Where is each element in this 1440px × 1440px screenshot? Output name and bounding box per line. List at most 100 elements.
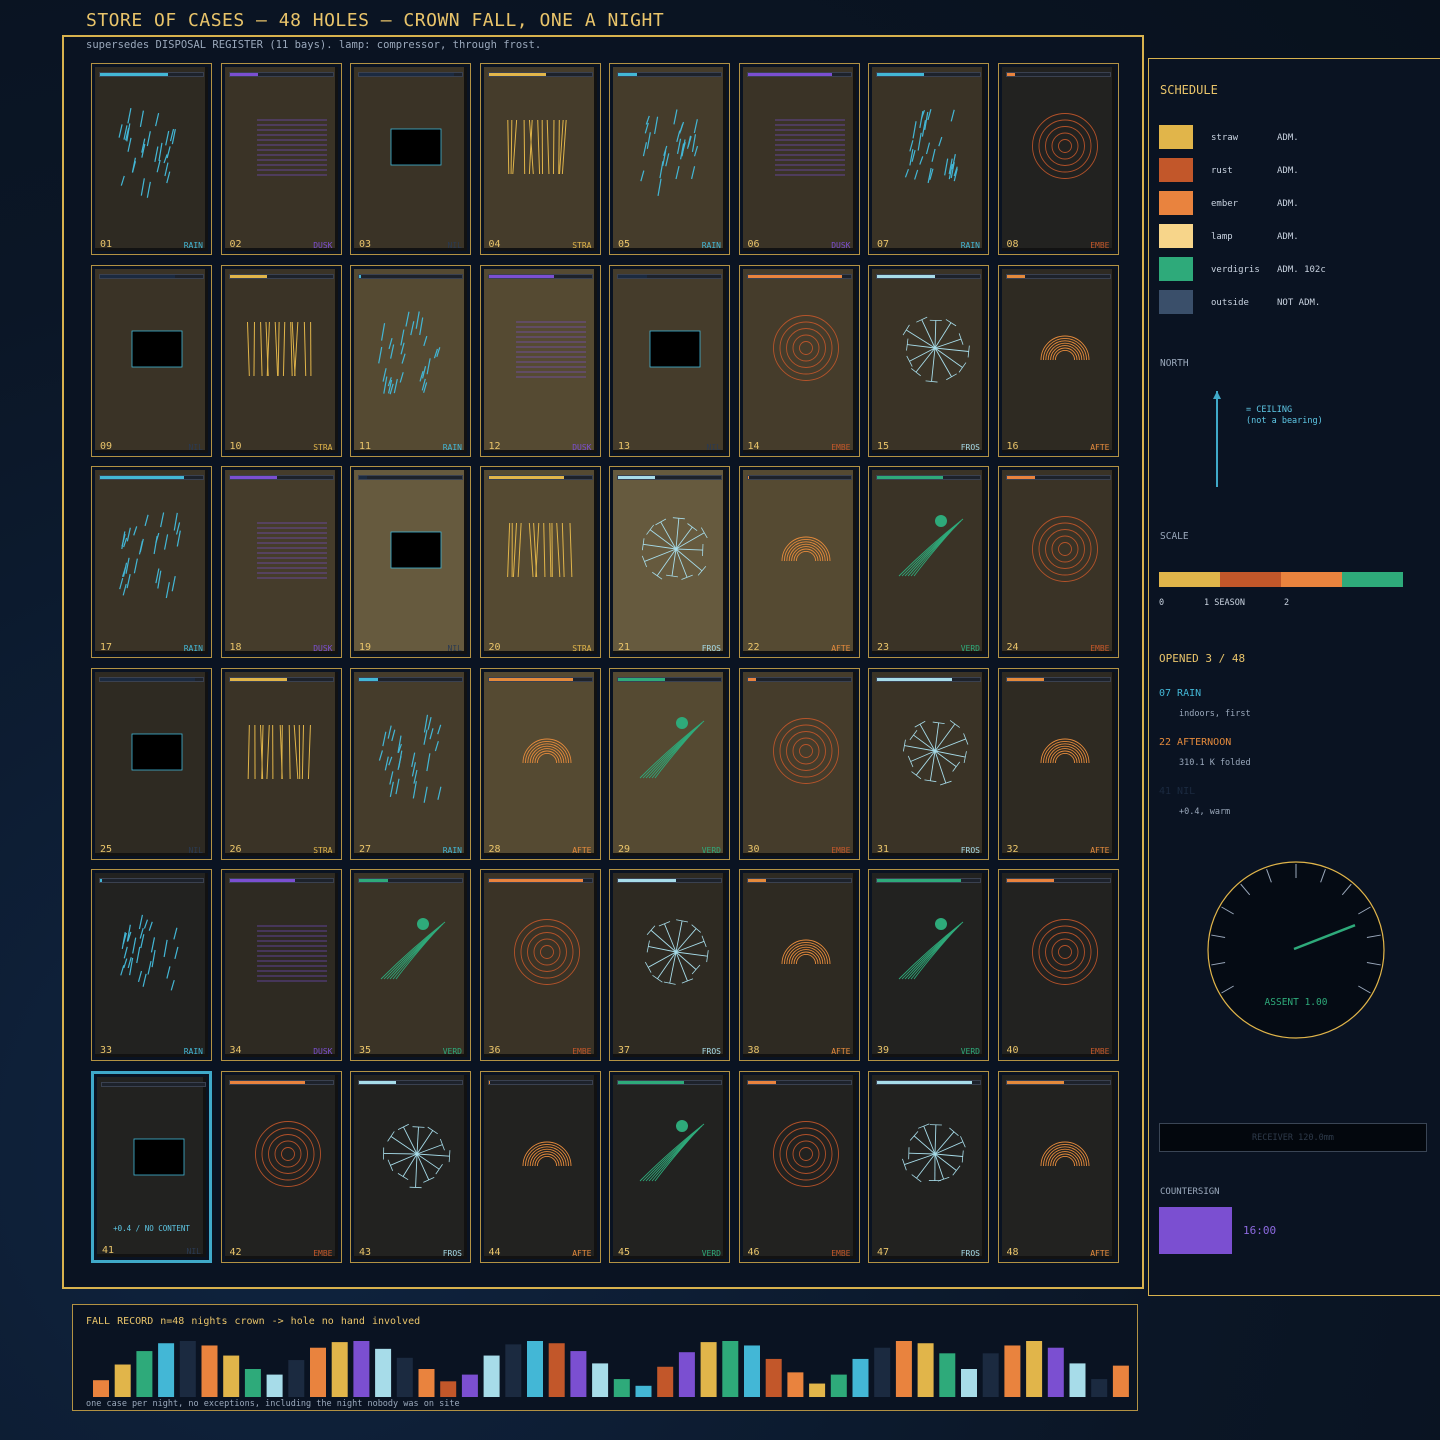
case-07[interactable]: 07 RAIN xyxy=(868,63,989,255)
case-29[interactable]: 29 VERD xyxy=(609,667,730,860)
fall-record-bar-21 xyxy=(527,1341,543,1397)
case-number: 46 xyxy=(747,1246,760,1258)
case-34[interactable]: 34 DUSK xyxy=(220,869,342,1061)
case-06[interactable]: 06 DUSK xyxy=(738,63,860,255)
straw-line xyxy=(303,321,306,376)
frost-spoke xyxy=(675,518,680,550)
case-03[interactable]: 03 NIL xyxy=(350,63,471,255)
case-42[interactable]: 42 EMBE xyxy=(220,1070,342,1263)
case-25[interactable]: 25 NIL xyxy=(91,667,212,860)
case-20[interactable]: 20 STRA xyxy=(479,466,601,658)
case-number: 10 xyxy=(229,440,242,452)
case-12[interactable]: 12 DUSK xyxy=(479,264,601,457)
case-37[interactable]: 37 FROS xyxy=(609,869,730,1061)
ember-ring xyxy=(1031,919,1098,985)
case-45[interactable]: 45 VERD xyxy=(609,1070,730,1263)
case-30[interactable]: 30 EMBE xyxy=(738,667,860,860)
frost-spoke xyxy=(934,1140,964,1154)
case-04[interactable]: 04 STRA xyxy=(479,63,601,255)
case-11[interactable]: 11 RAIN xyxy=(350,264,471,457)
case-08[interactable]: 08 EMBE xyxy=(997,63,1119,255)
case-21[interactable]: 21 FROS xyxy=(609,466,730,658)
case-17[interactable]: 17 RAIN xyxy=(91,466,212,658)
case-motif-verd xyxy=(639,716,705,778)
frost-spoke xyxy=(383,1152,418,1154)
case-14[interactable]: 14 EMBE xyxy=(738,264,860,457)
countersign-button[interactable] xyxy=(1159,1207,1232,1254)
case-46[interactable]: 46 EMBE xyxy=(738,1070,860,1263)
case-15[interactable]: 15 FROS xyxy=(868,264,989,457)
receiver-field[interactable]: RECEIVER 120.0mm xyxy=(1159,1123,1427,1152)
frost-spoke xyxy=(647,951,677,968)
case-fill-level xyxy=(229,677,288,681)
case-05[interactable]: 05 RAIN xyxy=(609,63,730,255)
case-43[interactable]: 43 FROS xyxy=(350,1070,471,1263)
opened-item-title[interactable]: 07 RAIN xyxy=(1159,688,1201,699)
case-fill-level xyxy=(1006,879,1054,882)
case-motif-rain xyxy=(378,714,442,803)
case-38[interactable]: 38 AFTE xyxy=(738,869,860,1061)
case-48[interactable]: 48 AFTE xyxy=(997,1070,1119,1263)
case-fill-level xyxy=(1006,73,1015,76)
afternoon-arc xyxy=(1054,752,1075,763)
afternoon-arc xyxy=(1052,347,1077,360)
case-36[interactable]: 36 EMBE xyxy=(479,869,601,1061)
rain-streak xyxy=(123,946,128,959)
case-27[interactable]: 27 RAIN xyxy=(350,667,471,860)
case-fill-bar xyxy=(746,475,852,480)
case-number: 28 xyxy=(488,843,501,855)
rain-streak xyxy=(389,770,394,785)
case-tag: DUSK xyxy=(313,644,333,653)
case-fill-level xyxy=(877,73,925,76)
page-title: STORE OF CASES — 48 HOLES — CROWN FALL, … xyxy=(86,10,665,31)
case-18[interactable]: 18 DUSK xyxy=(220,466,342,658)
fall-record-bar-35 xyxy=(830,1374,847,1397)
straw-line xyxy=(555,522,560,578)
case-01[interactable]: 01 RAIN xyxy=(91,63,212,255)
case-24[interactable]: 24 EMBE xyxy=(997,466,1119,658)
case-fill-bar xyxy=(876,676,981,682)
straw-line xyxy=(510,119,512,175)
case-tag: AFTE xyxy=(572,1248,592,1258)
case-motif-dusk xyxy=(256,522,327,579)
case-16[interactable]: 16 AFTE xyxy=(997,264,1119,457)
case-41[interactable]: +0.4 / NO CONTENT 41 NIL xyxy=(91,1070,212,1263)
fall-record-bar-28 xyxy=(678,1352,695,1397)
afternoon-arc xyxy=(793,951,818,965)
case-19[interactable]: 19 NIL xyxy=(350,466,471,658)
opened-item-title[interactable]: 41 NIL xyxy=(1159,786,1195,797)
case-fill-bar xyxy=(228,72,334,77)
case-09[interactable]: 09 NIL xyxy=(91,264,212,457)
case-number: 20 xyxy=(488,642,501,653)
case-35[interactable]: 35 VERD xyxy=(350,869,471,1061)
case-tag: DUSK xyxy=(313,1047,333,1056)
afternoon-arc xyxy=(1054,1155,1075,1166)
case-fill-level xyxy=(877,476,943,479)
case-10[interactable]: 10 STRA xyxy=(220,264,342,457)
case-33[interactable]: 33 RAIN xyxy=(91,869,212,1061)
rain-streak xyxy=(158,142,163,161)
case-40[interactable]: 40 EMBE xyxy=(997,869,1119,1061)
case-44[interactable]: 44 AFTE xyxy=(479,1070,601,1263)
case-fill-level xyxy=(488,879,584,882)
case-32[interactable]: 32 AFTE xyxy=(997,667,1119,860)
case-13[interactable]: 13 NIL xyxy=(609,264,730,457)
frost-spoke xyxy=(915,347,936,372)
opened-item-title[interactable]: 22 AFTERNOON xyxy=(1159,737,1231,748)
case-tag: DUSK xyxy=(313,241,333,250)
fall-record-bar-44 xyxy=(1026,1341,1043,1397)
case-28[interactable]: 28 AFTE xyxy=(479,667,601,860)
rain-streak xyxy=(144,514,149,527)
case-23[interactable]: 23 VERD xyxy=(868,466,989,658)
case-22[interactable]: 22 AFTE xyxy=(738,466,860,658)
case-02[interactable]: 02 DUSK xyxy=(220,63,342,255)
ember-ring xyxy=(792,1140,819,1167)
case-fill-bar xyxy=(228,273,334,279)
case-26[interactable]: 26 STRA xyxy=(220,667,342,860)
case-fill-bar xyxy=(1005,72,1111,77)
case-fill-level xyxy=(488,73,547,76)
case-tag: AFTE xyxy=(1090,442,1110,452)
case-31[interactable]: 31 FROS xyxy=(868,667,989,860)
case-47[interactable]: 47 FROS xyxy=(868,1070,989,1263)
case-39[interactable]: 39 VERD xyxy=(868,869,989,1061)
